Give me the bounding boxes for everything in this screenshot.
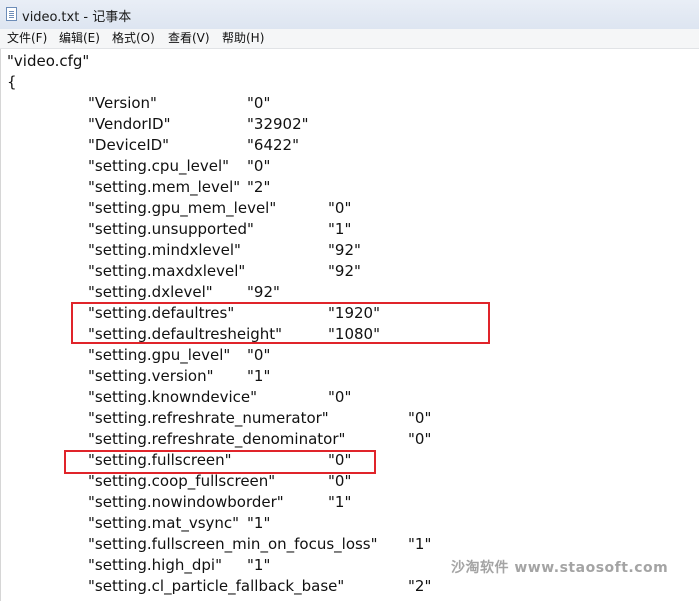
- config-key: "setting.dxlevel": [88, 283, 213, 301]
- config-value: "2": [408, 577, 432, 595]
- config-key: "setting.mem_level": [88, 178, 241, 196]
- highlight-box-fullscreen: [64, 450, 376, 474]
- config-key: "setting.cl_particle_fallback_base": [88, 577, 345, 595]
- config-key: "Version": [88, 94, 157, 112]
- config-key: "setting.knowndevice": [88, 388, 257, 406]
- config-key: "setting.nowindowborder": [88, 493, 284, 511]
- config-value: "92": [328, 241, 361, 259]
- config-key: "setting.mindxlevel": [88, 241, 241, 259]
- config-key: "setting.unsupported": [88, 220, 254, 238]
- config-value: "0": [328, 199, 352, 217]
- config-value: "0": [328, 388, 352, 406]
- config-value: "92": [328, 262, 361, 280]
- menu-edit[interactable]: 编辑(E): [59, 30, 100, 46]
- document-header: "video.cfg": [7, 52, 90, 70]
- config-value: "1": [328, 220, 352, 238]
- open-brace: {: [7, 73, 17, 91]
- config-key: "setting.refreshrate_numerator": [88, 409, 329, 427]
- config-value: "32902": [247, 115, 309, 133]
- notepad-icon: [6, 7, 17, 21]
- config-value: "1": [328, 493, 352, 511]
- highlight-box-resolution: [71, 302, 490, 344]
- config-key: "setting.gpu_level": [88, 346, 231, 364]
- config-key: "setting.coop_fullscreen": [88, 472, 276, 490]
- config-key: "setting.mat_vsync": [88, 514, 240, 532]
- config-value: "0": [247, 94, 271, 112]
- config-value: "0": [247, 346, 271, 364]
- menu-bar: 文件(F) 编辑(E) 格式(O) 查看(V) 帮助(H): [0, 29, 699, 49]
- config-value: "6422": [247, 136, 299, 154]
- config-value: "92": [247, 283, 280, 301]
- config-value: "1": [247, 556, 271, 574]
- menu-format[interactable]: 格式(O): [112, 30, 155, 46]
- config-value: "1": [408, 535, 432, 553]
- config-value: "1": [247, 514, 271, 532]
- config-value: "0": [247, 157, 271, 175]
- config-key: "setting.version": [88, 367, 214, 385]
- text-editor-area[interactable]: "video.cfg" { "Version" "0" "VendorID" "329…: [0, 49, 699, 601]
- config-key: "setting.cpu_level": [88, 157, 230, 175]
- watermark: 沙淘软件 www.staosoft.com: [451, 560, 669, 576]
- menu-help[interactable]: 帮助(H): [222, 30, 264, 46]
- config-value: "2": [247, 178, 271, 196]
- config-key: "DeviceID": [88, 136, 170, 154]
- window-title: video.txt - 记事本: [22, 10, 132, 25]
- config-value: "0": [328, 472, 352, 490]
- menu-file[interactable]: 文件(F): [7, 30, 47, 46]
- config-value: "1": [247, 367, 271, 385]
- config-value: "0": [408, 409, 432, 427]
- config-key: "setting.fullscreen_min_on_focus_loss": [88, 535, 378, 553]
- config-key: "setting.refreshrate_denominator": [88, 430, 346, 448]
- menu-view[interactable]: 查看(V): [168, 30, 210, 46]
- config-key: "setting.high_dpi": [88, 556, 222, 574]
- title-bar: video.txt - 记事本: [0, 0, 699, 29]
- config-key: "VendorID": [88, 115, 171, 133]
- config-key: "setting.maxdxlevel": [88, 262, 246, 280]
- config-value: "0": [408, 430, 432, 448]
- config-key: "setting.gpu_mem_level": [88, 199, 277, 217]
